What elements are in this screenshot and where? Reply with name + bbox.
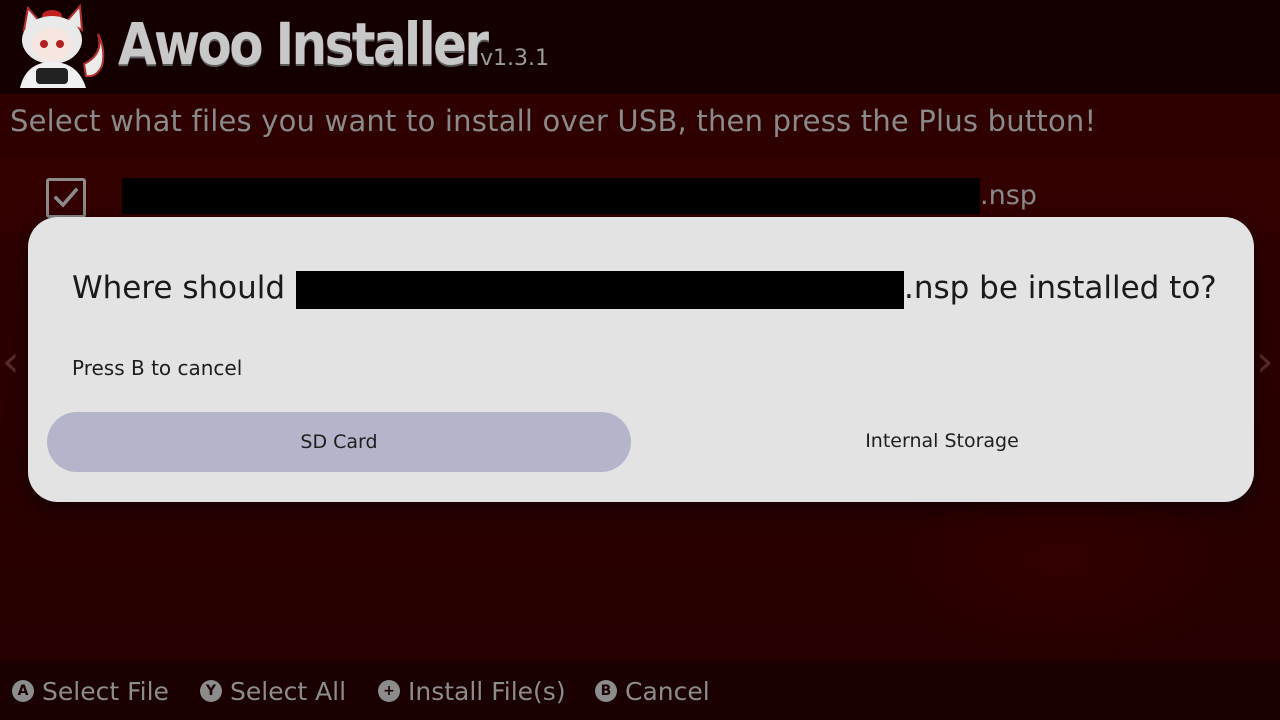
b-button-icon: B <box>595 680 617 702</box>
internal-storage-option[interactable]: Internal Storage <box>652 412 1232 470</box>
sd-card-option-label: SD Card <box>300 431 378 453</box>
footer-action-label: Select File <box>42 676 169 706</box>
footer-action-label: Cancel <box>625 676 710 706</box>
plus-button-icon: + <box>378 680 400 702</box>
file-checkbox[interactable] <box>46 178 86 218</box>
redacted-dialog-filename <box>296 271 904 309</box>
app-version: v1.3.1 <box>480 46 549 71</box>
checkmark-icon <box>53 187 79 208</box>
mascot-logo-icon <box>6 3 110 88</box>
sd-card-option[interactable]: SD Card <box>47 412 631 472</box>
y-button-icon: Y <box>200 680 222 702</box>
redacted-filename <box>122 178 980 214</box>
page-subtitle: Select what files you want to install ov… <box>10 104 1097 138</box>
footer-action-select-file[interactable]: A Select File <box>12 674 169 708</box>
chevron-left-icon: ‹ <box>2 336 20 387</box>
dialog-question-suffix: .nsp be installed to? <box>904 270 1217 306</box>
internal-storage-option-label: Internal Storage <box>865 430 1019 452</box>
dialog-question-prefix: Where should <box>72 270 286 306</box>
footer-action-label: Select All <box>230 676 347 706</box>
chevron-right-icon: › <box>1256 336 1274 387</box>
footer-action-select-all[interactable]: Y Select All <box>200 674 346 708</box>
a-button-icon: A <box>12 680 34 702</box>
app-title: Awoo Installer <box>118 10 489 78</box>
footer-action-cancel[interactable]: B Cancel <box>595 674 710 708</box>
dialog-hint: Press B to cancel <box>72 356 243 380</box>
footer-action-label: Install File(s) <box>408 676 566 706</box>
footer-action-install-files[interactable]: + Install File(s) <box>378 674 566 708</box>
file-extension: .nsp <box>980 180 1037 211</box>
